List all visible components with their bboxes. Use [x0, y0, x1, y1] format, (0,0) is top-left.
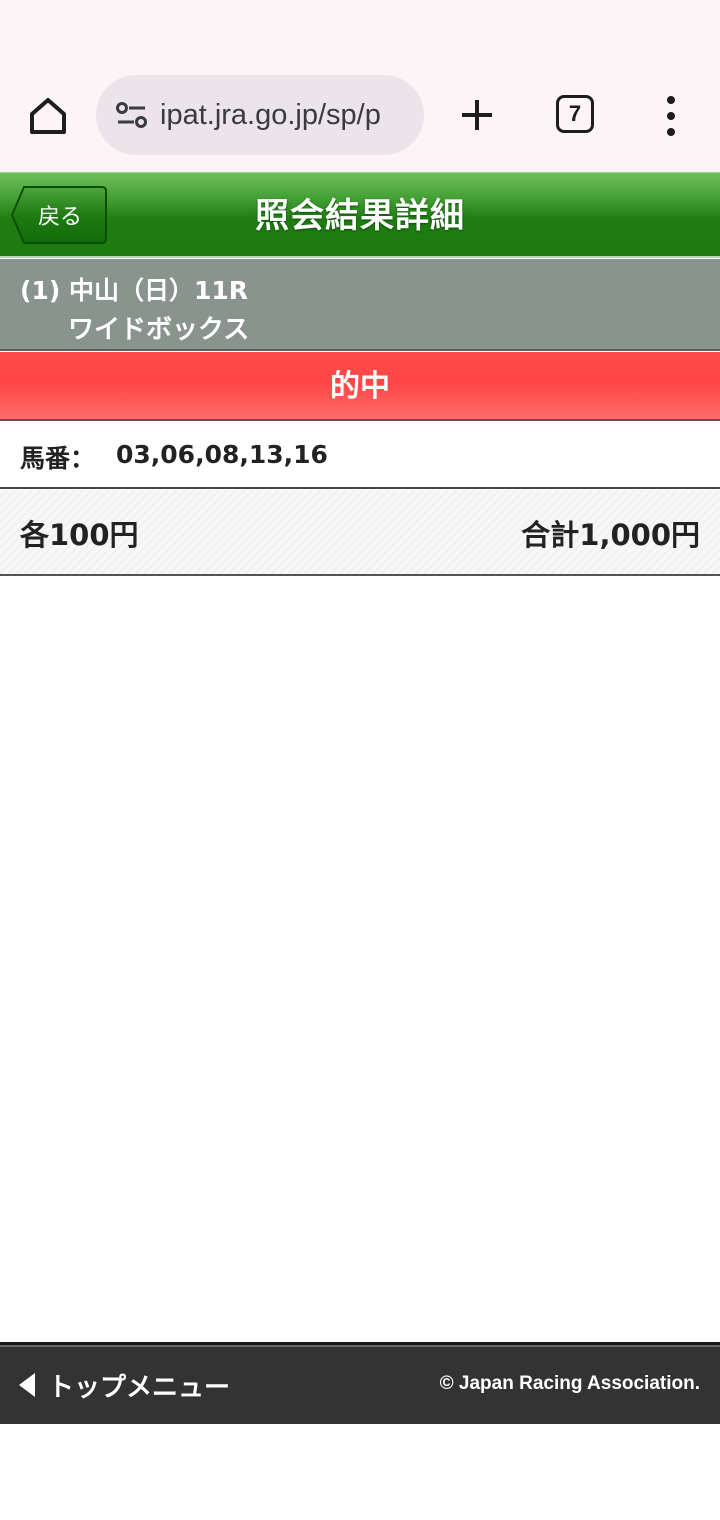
home-button[interactable]	[22, 90, 74, 142]
top-menu-label[interactable]: トップメニュー	[48, 1367, 230, 1404]
menu-dot	[667, 112, 675, 120]
url-text[interactable]: ipat.jra.go.jp/sp/p	[160, 99, 410, 132]
footer-divider	[0, 1345, 720, 1347]
amount-row: 各100円 合計1,000円	[0, 490, 720, 576]
plus-icon	[462, 100, 492, 130]
page-header: 照会結果詳細 戻る	[0, 172, 720, 258]
more-vert-icon[interactable]	[656, 92, 686, 140]
tab-switcher-button[interactable]: 7	[556, 95, 594, 133]
horse-numbers-row: 馬番： 03,06,08,13,16	[0, 423, 720, 489]
site-settings-icon[interactable]	[110, 93, 154, 137]
footer: トップメニュー © Japan Racing Association.	[0, 1342, 720, 1424]
menu-dot	[667, 128, 675, 136]
browser-toolbar: ipat.jra.go.jp/sp/p 7	[0, 0, 720, 172]
home-icon	[30, 98, 66, 134]
race-info: (1) 中山（日）11R ワイドボックス	[0, 259, 720, 351]
result-banner: 的中	[0, 352, 720, 421]
copyright: © Japan Racing Association.	[439, 1373, 700, 1394]
tab-count: 7	[568, 101, 582, 126]
triangle-left-icon	[19, 1373, 35, 1397]
horse-numbers-label: 馬番：	[20, 444, 96, 473]
back-button[interactable]: 戻る	[10, 185, 108, 245]
menu-dot	[667, 96, 675, 104]
total-amount: 合計1,000円	[521, 518, 700, 552]
address-bar[interactable]: ipat.jra.go.jp/sp/p	[96, 75, 424, 155]
result-label: 的中	[330, 369, 390, 404]
bet-type: ワイドボックス	[68, 315, 250, 345]
new-tab-button[interactable]	[452, 90, 502, 140]
each-amount: 各100円	[20, 518, 139, 552]
back-button-label: 戻る	[38, 205, 83, 230]
horse-numbers-value: 03,06,08,13,16	[116, 440, 328, 469]
race-name: (1) 中山（日）11R	[20, 276, 248, 305]
top-menu-link[interactable]: トップメニュー	[18, 1365, 230, 1405]
page-title: 照会結果詳細	[255, 196, 465, 236]
